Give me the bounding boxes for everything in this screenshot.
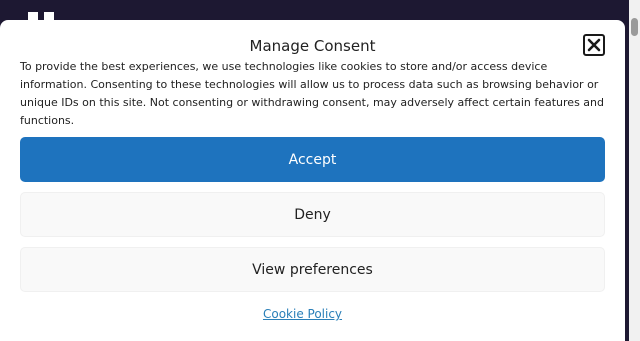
scrollbar-thumb[interactable] bbox=[631, 18, 638, 36]
dialog-title: Manage Consent bbox=[249, 37, 376, 55]
cookie-policy-link[interactable]: Cookie Policy bbox=[0, 307, 605, 321]
close-x-icon bbox=[587, 38, 601, 52]
consent-dialog: Manage Consent To provide the best exper… bbox=[0, 20, 625, 341]
view-preferences-button[interactable]: View preferences bbox=[20, 247, 605, 292]
page-scrollbar[interactable] bbox=[629, 0, 640, 341]
consent-description: To provide the best experiences, we use … bbox=[20, 60, 604, 127]
accept-button[interactable]: Accept bbox=[20, 137, 605, 182]
close-button[interactable] bbox=[583, 34, 605, 56]
deny-button[interactable]: Deny bbox=[20, 192, 605, 237]
